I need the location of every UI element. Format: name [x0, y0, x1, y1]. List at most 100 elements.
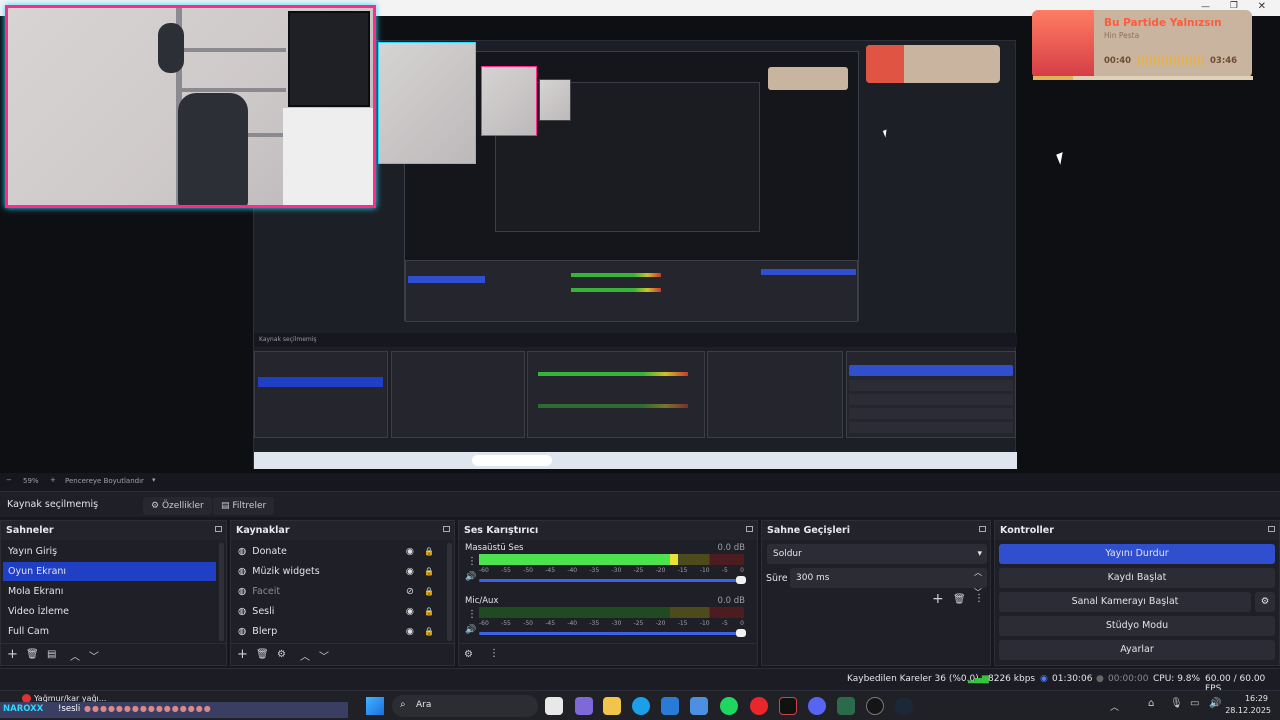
spotify-icon[interactable]: [720, 697, 738, 715]
zoom-out-icon[interactable]: −: [6, 476, 12, 484]
popout-icon[interactable]: [215, 526, 222, 532]
scene-item[interactable]: Full Cam: [3, 622, 216, 641]
clock-time[interactable]: 16:29: [1245, 694, 1268, 703]
scenes-scrollbar[interactable]: [219, 543, 224, 641]
volume-meter: [479, 554, 744, 565]
chevron-up-icon[interactable]: ︿: [70, 648, 80, 663]
zoom-in-icon[interactable]: +: [50, 476, 56, 484]
virtual-camera-settings-button[interactable]: ⚙: [1255, 592, 1275, 612]
more-options-icon[interactable]: ⋮: [489, 648, 499, 659]
lock-icon[interactable]: 🔒: [424, 542, 434, 561]
edge-icon[interactable]: [632, 697, 650, 715]
source-item[interactable]: ◍ Müzik widgets ◉ 🔒: [233, 562, 444, 581]
opera-icon[interactable]: [750, 697, 768, 715]
nested-scenes-dock: [254, 351, 388, 438]
studio-mode-button[interactable]: Stüdyo Modu: [999, 616, 1275, 636]
scene-item[interactable]: Mola Ekranı: [3, 582, 216, 601]
popout-icon[interactable]: [979, 526, 986, 532]
volume-slider[interactable]: [479, 629, 746, 637]
zoom-level[interactable]: 59%: [23, 477, 39, 485]
source-item[interactable]: ◍ Sesli ◉ 🔒: [233, 602, 444, 621]
source-item[interactable]: ◍ Donate ◉ 🔒: [233, 542, 444, 561]
stop-stream-button[interactable]: Yayını Durdur: [999, 544, 1275, 564]
lock-icon[interactable]: 🔒: [424, 582, 434, 601]
scene-item[interactable]: Video İzleme: [3, 602, 216, 621]
mic-tray-icon[interactable]: 🎙: [1170, 698, 1183, 709]
add-icon[interactable]: +: [237, 647, 248, 662]
volume-slider[interactable]: [479, 576, 746, 584]
slider-knob[interactable]: [736, 576, 746, 584]
file-explorer-icon[interactable]: [603, 697, 621, 715]
more-options-icon[interactable]: ⋮: [974, 593, 984, 604]
widget-app-icon[interactable]: [575, 697, 593, 715]
virtual-camera-button[interactable]: Sanal Kamerayı Başlat: [999, 592, 1251, 612]
add-icon[interactable]: +: [7, 647, 18, 662]
song-title: Bu Partide Yalnızsın: [1104, 17, 1222, 29]
lock-icon[interactable]: 🔒: [424, 602, 434, 621]
source-item[interactable]: ◍ Blerp ◉ 🔒: [233, 622, 444, 641]
resize-to-window[interactable]: Pencereye Boyutlandır: [65, 477, 144, 485]
popout-icon[interactable]: [1268, 526, 1275, 532]
scene-item[interactable]: Yayın Giriş: [3, 542, 216, 561]
start-record-button[interactable]: Kaydı Başlat: [999, 568, 1275, 588]
store-icon[interactable]: [661, 697, 679, 715]
obs-icon[interactable]: [866, 697, 884, 715]
transition-select[interactable]: Soldur ▾: [767, 544, 987, 564]
lock-icon[interactable]: 🔒: [424, 562, 434, 581]
tray-chevron-icon[interactable]: ︿: [1110, 700, 1119, 713]
lock-icon[interactable]: 🔒: [424, 622, 434, 641]
advanced-audio-icon[interactable]: ⚙: [464, 649, 473, 660]
controls-dock: Kontroller Yayını Durdur Kaydı Başlat Sa…: [994, 520, 1280, 666]
eye-icon[interactable]: ◉: [406, 542, 414, 561]
filter-icon[interactable]: ▤: [47, 649, 56, 660]
display-tray-icon[interactable]: ▭: [1190, 698, 1199, 709]
properties-button[interactable]: ⚙ Özellikler: [143, 497, 212, 515]
eye-hidden-icon[interactable]: ⊘: [406, 582, 414, 601]
outlook-icon[interactable]: [690, 697, 708, 715]
chat-user: NAROXX: [3, 704, 44, 714]
add-icon[interactable]: +: [932, 591, 944, 607]
popout-icon[interactable]: [443, 526, 450, 532]
meter-ticks: -60 -55 -50 -45 -40 -35 -30 -25 -20 -15 -10 -5 0: [479, 620, 744, 628]
taskbar-search[interactable]: ⌕ Ara: [392, 695, 538, 717]
windows-start-icon[interactable]: [366, 697, 384, 715]
network-tray-icon[interactable]: ⌂: [1148, 698, 1154, 709]
chevron-down-icon[interactable]: ﹀: [319, 648, 329, 663]
chevron-down-icon[interactable]: ▾: [152, 476, 156, 484]
tick-label: -45: [545, 620, 556, 627]
sources-scrollbar[interactable]: [447, 543, 452, 641]
speaker-icon[interactable]: 🔊: [465, 572, 476, 582]
chevron-down-icon: ▾: [977, 549, 982, 559]
chevron-down-icon[interactable]: ﹀: [89, 648, 99, 663]
eye-icon[interactable]: ◉: [406, 562, 414, 581]
channel-menu-icon[interactable]: ⋮: [467, 609, 477, 620]
tv-screen: [288, 11, 370, 107]
speaker-icon[interactable]: 🔊: [465, 625, 476, 635]
terminal-icon[interactable]: [779, 697, 797, 715]
settings-button[interactable]: Ayarlar: [999, 640, 1275, 660]
discord-icon[interactable]: [808, 697, 826, 715]
filters-button[interactable]: ▤ Filtreler: [213, 497, 275, 515]
slider-knob[interactable]: [736, 629, 746, 637]
volume-tray-icon[interactable]: 🔊: [1209, 698, 1221, 709]
close-icon[interactable]: ✕: [1258, 1, 1266, 12]
clock-date[interactable]: 28.12.2025: [1225, 706, 1271, 715]
trash-icon[interactable]: 🗑: [26, 649, 39, 660]
webcam-overlay: [5, 5, 376, 208]
steam-icon[interactable]: [895, 697, 913, 715]
popout-icon[interactable]: [746, 526, 753, 532]
task-view-icon[interactable]: [545, 697, 563, 715]
gaming-chair: [178, 93, 248, 205]
trash-icon[interactable]: 🗑: [953, 594, 966, 605]
app-icon[interactable]: [837, 697, 855, 715]
chevron-up-icon[interactable]: ︿: [300, 648, 310, 663]
gear-icon[interactable]: ⚙: [277, 649, 286, 660]
eye-icon[interactable]: ◉: [406, 602, 414, 621]
song-artist: Hin Pesta: [1104, 31, 1140, 40]
duration-input[interactable]: 300 ms ︿ ﹀: [790, 568, 987, 597]
trash-icon[interactable]: 🗑: [256, 649, 269, 660]
source-item[interactable]: ◍ Faceit ⊘ 🔒: [233, 582, 444, 601]
eye-icon[interactable]: ◉: [406, 622, 414, 641]
scene-item-selected[interactable]: Oyun Ekranı: [3, 562, 216, 581]
channel-menu-icon[interactable]: ⋮: [467, 556, 477, 567]
